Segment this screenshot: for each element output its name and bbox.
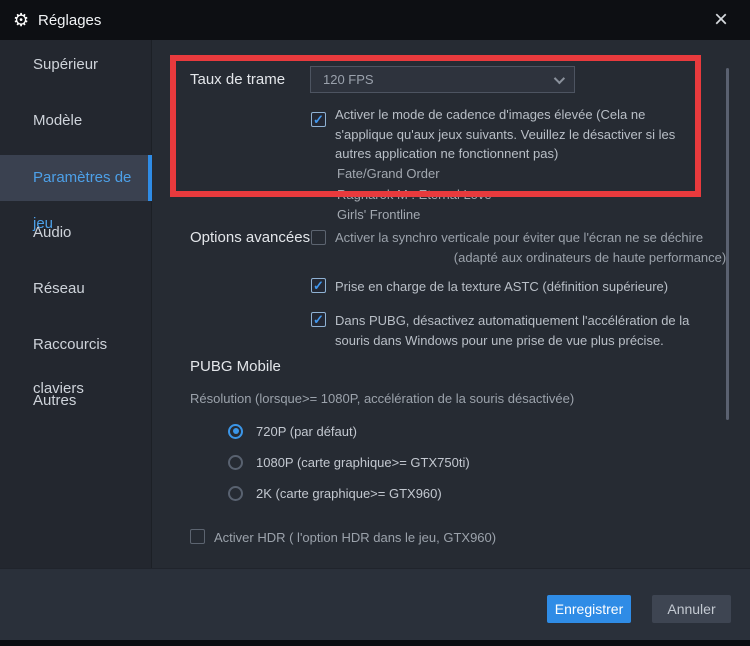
sidebar-item-autres[interactable]: Autres [0, 379, 152, 423]
resolution-label: Résolution (lorsque>= 1080P, accélératio… [190, 389, 574, 409]
settings-window: ⚙ Réglages × Supérieur Modèle Paramètres… [0, 0, 750, 646]
sidebar-item-audio[interactable]: Audio [0, 211, 152, 255]
sidebar-item-raccourcis-claviers[interactable]: Raccourcis claviers [0, 323, 152, 367]
radio-label: 2K (carte graphique>= GTX960) [256, 486, 442, 501]
game-list-item: Fate/Grand Order [337, 164, 492, 185]
radio-label: 1080P (carte graphique>= GTX750ti) [256, 455, 470, 470]
vsync-line1: Activer la synchro verticale pour éviter… [335, 228, 750, 248]
cancel-button[interactable]: Annuler [652, 595, 731, 623]
frame-rate-value: 120 FPS [323, 72, 554, 87]
resolution-radio-1080p[interactable]: 1080P (carte graphique>= GTX750ti) [228, 453, 470, 471]
radio-label: 720P (par défaut) [256, 424, 357, 439]
vsync-description: Activer la synchro verticale pour éviter… [335, 228, 750, 267]
astc-checkbox[interactable]: ✓ [311, 278, 326, 293]
window-title: Réglages [38, 0, 101, 40]
game-list-item: Girls' Frontline [337, 205, 492, 226]
advanced-options-label: Options avancées [190, 229, 310, 247]
check-icon: ✓ [313, 113, 324, 126]
sidebar-item-modele[interactable]: Modèle [0, 99, 152, 143]
high-fps-checkbox[interactable]: ✓ [311, 112, 326, 127]
sidebar-item-reseau[interactable]: Réseau [0, 267, 152, 311]
hdr-label: Activer HDR ( l'option HDR dans le jeu, … [214, 528, 496, 548]
gear-icon: ⚙ [13, 0, 29, 40]
vsync-checkbox[interactable] [311, 230, 326, 245]
radio-unselected-icon [228, 486, 243, 501]
title-bar: ⚙ Réglages × [0, 0, 750, 40]
hdr-checkbox[interactable] [190, 529, 205, 544]
chevron-down-icon [554, 72, 565, 83]
resolution-radio-720p[interactable]: 720P (par défaut) [228, 422, 357, 440]
vsync-line2: (adapté aux ordinateurs de haute perform… [335, 248, 750, 268]
save-button[interactable]: Enregistrer [547, 595, 631, 623]
check-icon: ✓ [313, 279, 324, 292]
high-fps-game-list: Fate/Grand Order Ragnarok M : Eternal Lo… [337, 164, 492, 226]
astc-description: Prise en charge de la texture ASTC (défi… [335, 277, 668, 297]
radio-unselected-icon [228, 455, 243, 470]
resolution-radio-2k[interactable]: 2K (carte graphique>= GTX960) [228, 484, 442, 502]
high-fps-description: Activer le mode de cadence d'images élev… [335, 105, 707, 164]
game-settings-panel: Taux de trame 120 FPS ✓ Activer le mode … [152, 40, 750, 568]
pubg-mouse-description: Dans PUBG, désactivez automatiquement l'… [335, 311, 707, 350]
pubg-mouse-checkbox[interactable]: ✓ [311, 312, 326, 327]
vertical-scrollbar[interactable] [726, 68, 729, 420]
footer-bar: Enregistrer Annuler [0, 568, 750, 640]
game-list-item: Ragnarok M : Eternal Love [337, 185, 492, 206]
window-bottom-strip [0, 640, 750, 646]
sidebar-item-parametres-de-jeu[interactable]: Paramètres de jeu [0, 155, 152, 201]
pubg-mobile-heading: PUBG Mobile [190, 358, 281, 376]
sidebar: Supérieur Modèle Paramètres de jeu Audio… [0, 40, 152, 568]
sidebar-item-superieur[interactable]: Supérieur [0, 43, 152, 87]
frame-rate-dropdown[interactable]: 120 FPS [310, 66, 575, 93]
frame-rate-label: Taux de trame [190, 71, 285, 89]
radio-selected-icon [228, 424, 243, 439]
close-icon[interactable]: × [702, 0, 740, 40]
check-icon: ✓ [313, 313, 324, 326]
